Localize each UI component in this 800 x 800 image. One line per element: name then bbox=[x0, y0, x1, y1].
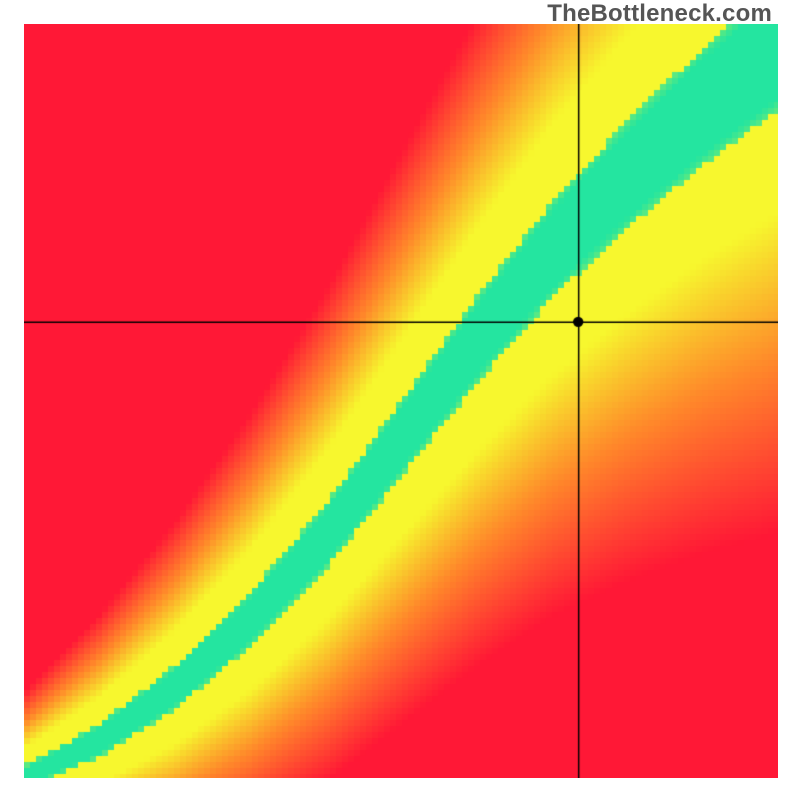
bottleneck-heatmap: TheBottleneck.com bbox=[0, 0, 800, 800]
crosshair-overlay bbox=[24, 24, 778, 778]
watermark-text: TheBottleneck.com bbox=[547, 0, 772, 28]
